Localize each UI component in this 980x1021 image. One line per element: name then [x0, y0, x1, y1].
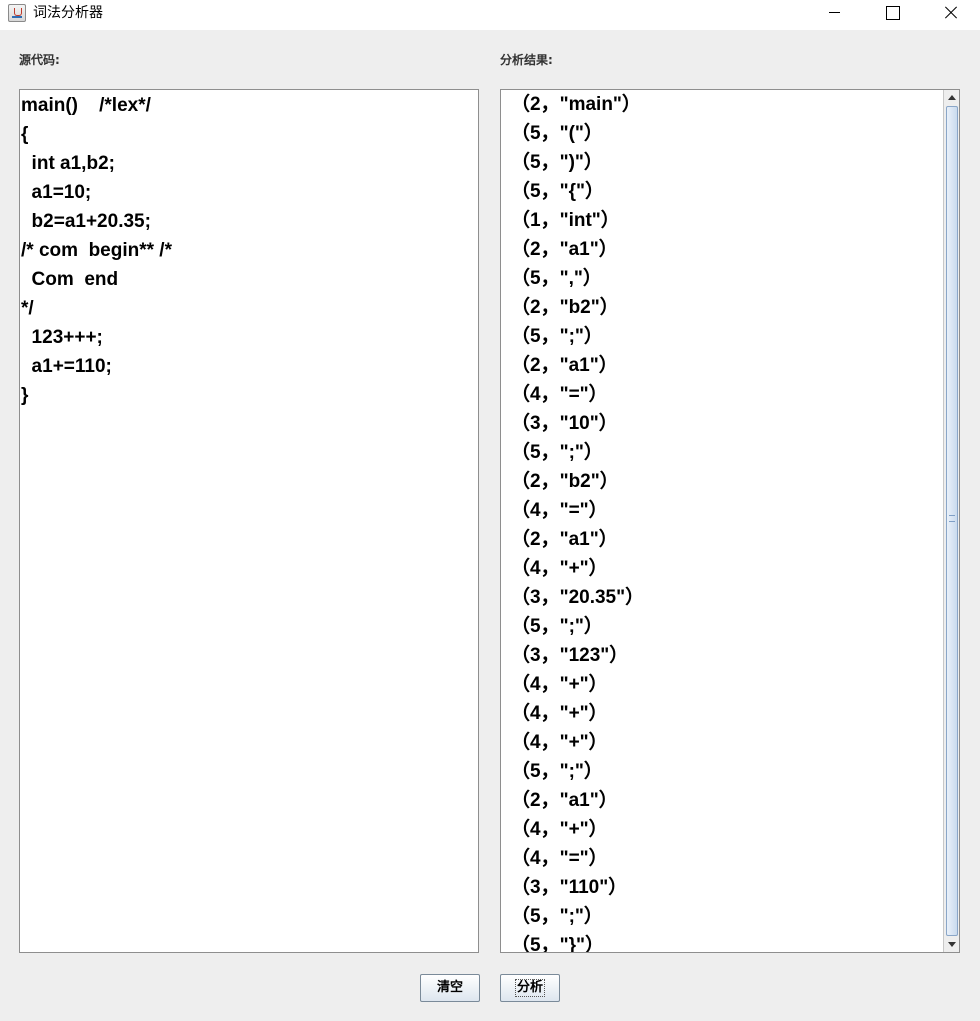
scroll-up-arrow-icon[interactable]	[944, 90, 959, 105]
result-line: （4，"="）	[511, 500, 608, 521]
result-line: （5，";"）	[511, 906, 603, 927]
analyze-button[interactable]: 分析	[500, 974, 560, 1002]
code-line: int a1,b2;	[21, 153, 115, 174]
maximize-icon[interactable]	[862, 0, 920, 30]
java-app-icon	[8, 4, 26, 22]
result-line: （4，"+"）	[511, 819, 608, 840]
code-line: */	[21, 298, 34, 319]
analyze-button-label: 分析	[514, 979, 546, 997]
result-line: （2，"b2"）	[511, 471, 619, 492]
result-line: （5，"}"）	[511, 935, 604, 953]
source-code-lines: main() /*lex*/ { int a1,b2; a1=10; b2=a1…	[21, 91, 172, 410]
code-line: main() /*lex*/	[21, 95, 151, 116]
result-line: （4，"+"）	[511, 558, 608, 579]
result-line: （2，"a1"）	[511, 790, 618, 811]
result-line: （5，";"）	[511, 326, 603, 347]
minimize-icon[interactable]	[804, 0, 862, 30]
result-line: （2，"b2"）	[511, 297, 619, 318]
window-title: 词法分析器	[33, 5, 103, 21]
result-scrollbar[interactable]	[943, 90, 959, 952]
result-line: （5，"{"）	[511, 181, 604, 202]
result-line: （3，"123"）	[511, 645, 629, 666]
scroll-down-arrow-icon[interactable]	[944, 937, 959, 952]
code-line: b2=a1+20.35;	[21, 211, 151, 232]
result-line: （2，"a1"）	[511, 355, 618, 376]
result-lines: （2，"main"） （5，"("） （5，")"） （5，"{"） （1，"i…	[511, 90, 645, 953]
code-line: a1=10;	[21, 182, 92, 203]
result-line: （2，"a1"）	[511, 529, 618, 550]
result-line: （5，"("）	[511, 123, 603, 144]
code-line: {	[21, 124, 29, 145]
result-line: （5，","）	[511, 268, 602, 289]
result-line: （5，";"）	[511, 442, 603, 463]
result-line: （3，"20.35"）	[511, 587, 645, 608]
result-line: （4，"="）	[511, 848, 608, 869]
result-line: （5，";"）	[511, 761, 603, 782]
close-icon[interactable]	[921, 0, 979, 30]
scroll-thumb[interactable]	[946, 106, 958, 936]
code-line: a1+=110;	[21, 356, 112, 377]
result-line: （4，"+"）	[511, 674, 608, 695]
clear-button[interactable]: 清空	[420, 974, 480, 1002]
result-line: （4，"+"）	[511, 703, 608, 724]
code-line: }	[21, 385, 29, 406]
result-line: （1，"int"）	[511, 210, 620, 231]
result-line: （2，"a1"）	[511, 239, 618, 260]
result-line: （4，"="）	[511, 384, 608, 405]
analysis-result-label: 分析结果:	[500, 53, 553, 67]
result-line: （4，"+"）	[511, 732, 608, 753]
title-bar: 词法分析器	[0, 0, 980, 30]
result-line: （3，"10"）	[511, 413, 618, 434]
result-line: （5，";"）	[511, 616, 603, 637]
code-line: Com end	[21, 269, 119, 290]
result-line: （2，"main"）	[511, 94, 641, 115]
analysis-result-textarea[interactable]: （2，"main"） （5，"("） （5，")"） （5，"{"） （1，"i…	[500, 89, 960, 953]
result-line: （5，")"）	[511, 152, 603, 173]
result-line: （3，"110"）	[511, 877, 628, 898]
source-code-label: 源代码:	[19, 53, 60, 67]
code-line: /* com begin** /*	[21, 240, 172, 261]
code-line: 123+++;	[21, 327, 103, 348]
source-code-textarea[interactable]: main() /*lex*/ { int a1,b2; a1=10; b2=a1…	[19, 89, 479, 953]
